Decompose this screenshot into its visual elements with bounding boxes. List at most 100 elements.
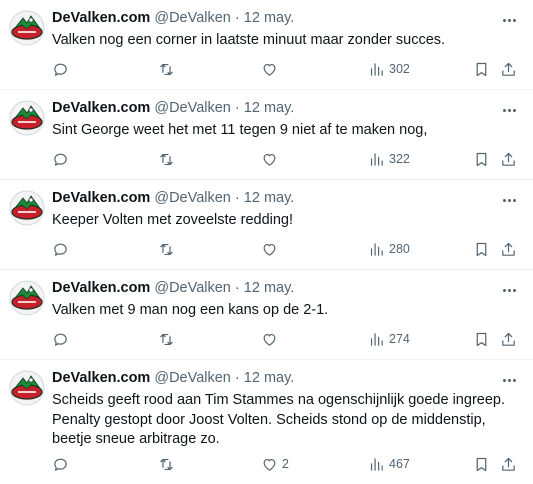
share-button[interactable] — [500, 454, 517, 474]
bookmark-button[interactable] — [473, 329, 490, 349]
tweet-actions: 2 467 — [52, 454, 522, 474]
bookmark-icon — [476, 242, 487, 256]
views-icon — [370, 62, 383, 76]
reply-icon — [54, 243, 67, 256]
view-count: 280 — [389, 242, 410, 256]
retweet-icon — [160, 63, 173, 75]
tweet-date[interactable]: 12 may. — [244, 10, 295, 26]
tweet-header: DeValken.com @DeValken · 12 may. — [52, 189, 294, 207]
views-button[interactable]: 322 — [368, 149, 410, 169]
views-button[interactable]: 302 — [368, 59, 410, 79]
share-icon — [502, 152, 515, 166]
view-count: 302 — [389, 62, 410, 76]
like-button[interactable]: 2 — [261, 454, 289, 474]
views-icon — [370, 242, 383, 256]
retweet-button[interactable] — [158, 329, 175, 349]
retweet-icon — [160, 153, 173, 165]
like-button[interactable] — [261, 59, 282, 79]
reply-icon — [54, 153, 67, 166]
tweet[interactable]: DeValken.com @DeValken · 12 may. Keeper … — [0, 180, 533, 270]
team-logo-icon — [9, 370, 45, 406]
display-name[interactable]: DeValken.com — [52, 370, 150, 386]
view-count: 274 — [389, 332, 410, 346]
heart-icon — [263, 458, 276, 471]
handle[interactable]: @DeValken — [154, 190, 231, 206]
bookmark-button[interactable] — [473, 59, 490, 79]
handle[interactable]: @DeValken — [154, 280, 231, 296]
tweet-date[interactable]: 12 may. — [244, 280, 295, 296]
share-icon — [502, 62, 515, 76]
avatar[interactable] — [9, 10, 45, 46]
avatar[interactable] — [9, 370, 45, 406]
share-button[interactable] — [500, 59, 517, 79]
separator: · — [234, 370, 240, 386]
display-name[interactable]: DeValken.com — [52, 100, 150, 116]
tweet[interactable]: DeValken.com @DeValken · 12 may. Scheids… — [0, 360, 533, 484]
team-logo-icon — [9, 100, 45, 136]
share-button[interactable] — [500, 329, 517, 349]
share-button[interactable] — [500, 239, 517, 259]
handle[interactable]: @DeValken — [154, 100, 231, 116]
bookmark-button[interactable] — [473, 239, 490, 259]
views-button[interactable]: 280 — [368, 239, 410, 259]
handle[interactable]: @DeValken — [154, 370, 231, 386]
reply-icon — [54, 63, 67, 76]
bookmark-button[interactable] — [473, 149, 490, 169]
team-logo-icon — [9, 10, 45, 46]
avatar[interactable] — [9, 280, 45, 316]
tweet-actions: 322 — [52, 149, 522, 169]
handle[interactable]: @DeValken — [154, 10, 231, 26]
tweet[interactable]: DeValken.com @DeValken · 12 may. Valken … — [0, 0, 533, 90]
tweet-text: Valken nog een corner in laatste minuut … — [52, 32, 446, 48]
reply-button[interactable] — [52, 59, 69, 79]
bookmark-icon — [476, 332, 487, 346]
view-count: 322 — [389, 152, 410, 166]
tweet-date[interactable]: 12 may. — [244, 370, 295, 386]
more-icon[interactable] — [499, 103, 519, 117]
heart-icon — [263, 333, 276, 346]
retweet-button[interactable] — [158, 59, 175, 79]
like-button[interactable] — [261, 329, 282, 349]
reply-icon — [54, 458, 67, 471]
tweet[interactable]: DeValken.com @DeValken · 12 may. Sint Ge… — [0, 90, 533, 180]
share-icon — [502, 457, 515, 471]
display-name[interactable]: DeValken.com — [52, 190, 150, 206]
reply-button[interactable] — [52, 149, 69, 169]
tweet-header: DeValken.com @DeValken · 12 may. — [52, 369, 294, 387]
tweet-date[interactable]: 12 may. — [244, 190, 295, 206]
more-icon[interactable] — [499, 283, 519, 297]
share-icon — [502, 332, 515, 346]
share-button[interactable] — [500, 149, 517, 169]
bookmark-icon — [476, 62, 487, 76]
team-logo-icon — [9, 280, 45, 316]
bookmark-icon — [476, 457, 487, 471]
more-icon[interactable] — [499, 373, 519, 387]
like-button[interactable] — [261, 239, 282, 259]
avatar[interactable] — [9, 100, 45, 136]
tweet[interactable]: DeValken.com @DeValken · 12 may. Valken … — [0, 270, 533, 360]
views-icon — [370, 457, 383, 471]
reply-button[interactable] — [52, 329, 69, 349]
retweet-button[interactable] — [158, 239, 175, 259]
views-icon — [370, 152, 383, 166]
retweet-button[interactable] — [158, 454, 175, 474]
more-icon[interactable] — [499, 193, 519, 207]
retweet-button[interactable] — [158, 149, 175, 169]
display-name[interactable]: DeValken.com — [52, 280, 150, 296]
reply-button[interactable] — [52, 239, 69, 259]
views-icon — [370, 332, 383, 346]
tweet-actions: 280 — [52, 239, 522, 259]
tweet-text: Keeper Volten met zoveelste redding! — [52, 212, 294, 228]
heart-icon — [263, 153, 276, 166]
tweet-date[interactable]: 12 may. — [244, 100, 295, 116]
views-button[interactable]: 274 — [368, 329, 410, 349]
more-icon[interactable] — [499, 13, 519, 27]
tweet-actions: 274 — [52, 329, 522, 349]
team-logo-icon — [9, 190, 45, 226]
like-button[interactable] — [261, 149, 282, 169]
reply-button[interactable] — [52, 454, 69, 474]
bookmark-button[interactable] — [473, 454, 490, 474]
avatar[interactable] — [9, 190, 45, 226]
views-button[interactable]: 467 — [368, 454, 410, 474]
display-name[interactable]: DeValken.com — [52, 10, 150, 26]
